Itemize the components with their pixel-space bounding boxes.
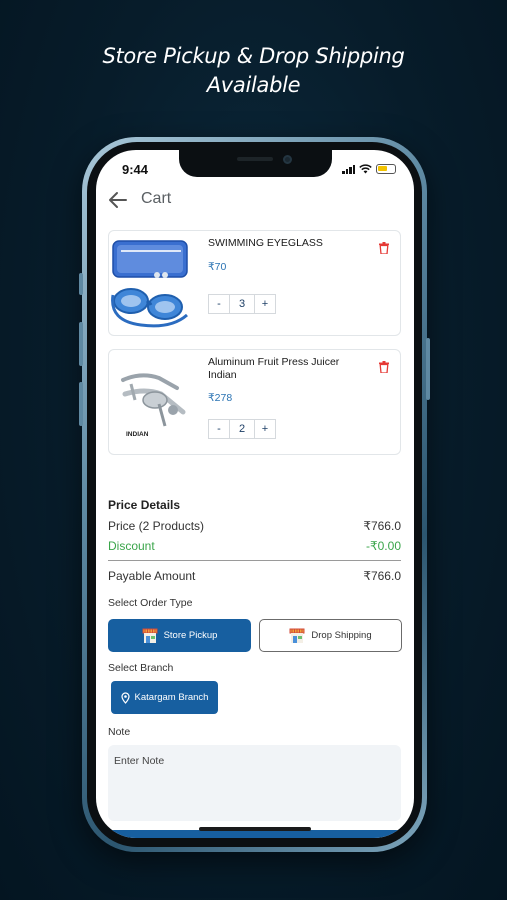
location-pin-icon (120, 691, 130, 704)
battery-icon (376, 164, 396, 174)
quantity-stepper: - 2 + (208, 419, 276, 439)
arrow-left-icon[interactable] (108, 191, 128, 209)
promo-title-line-2: Available (206, 73, 301, 97)
trash-icon[interactable] (379, 361, 389, 373)
store-pickup-button[interactable]: Store Pickup (108, 619, 251, 652)
product-name: SWIMMING EYEGLASS (208, 237, 323, 249)
discount-value: -₹0.00 (366, 539, 401, 553)
branch-button[interactable]: Katargam Branch (111, 681, 218, 714)
payable-row: Payable Amount ₹766.0 (108, 569, 401, 583)
swimming-goggles-image (111, 240, 188, 328)
discount-row: Discount -₹0.00 (108, 539, 401, 553)
discount-label: Discount (108, 539, 155, 553)
front-camera (283, 155, 292, 164)
promo-title: Store Pickup & Drop Shipping Available (0, 42, 507, 100)
price-value: ₹766.0 (363, 519, 401, 533)
phone-screen: 9:44 Cart SWIMMING EYEGLASS ₹70 - 3 + IN… (96, 150, 414, 838)
product-price: ₹278 (208, 392, 233, 404)
note-label: Note (108, 726, 131, 738)
price-details-title: Price Details (108, 498, 181, 512)
mute-switch (79, 273, 83, 295)
volume-down-button (79, 382, 83, 426)
speaker-grille (237, 157, 273, 161)
page-title: Cart (141, 190, 172, 207)
quantity-value: 2 (230, 419, 254, 439)
decrement-button[interactable]: - (208, 294, 230, 314)
drop-shipping-label: Drop Shipping (311, 630, 372, 641)
store-icon (142, 628, 158, 643)
volume-up-button (79, 322, 83, 366)
branch-name: Katargam Branch (134, 692, 209, 703)
price-label: Price (2 Products) (108, 519, 205, 533)
product-price: ₹70 (208, 261, 227, 273)
price-row: Price (2 Products) ₹766.0 (108, 519, 401, 533)
home-indicator (199, 827, 311, 831)
cart-item: INDIAN Aluminum Fruit Press Juicer India… (108, 349, 401, 455)
order-type-label: Select Order Type (108, 597, 193, 609)
product-name: Aluminum Fruit Press Juicer Indian (208, 356, 340, 381)
increment-button[interactable]: + (254, 294, 276, 314)
juicer-image-label: INDIAN (126, 431, 149, 438)
juicer-image: INDIAN (121, 373, 186, 438)
branch-label: Select Branch (108, 662, 174, 674)
promo-title-line-1: Store Pickup & Drop Shipping (102, 44, 405, 68)
cart-item: SWIMMING EYEGLASS ₹70 - 3 + (108, 230, 401, 336)
status-time: 9:44 (122, 162, 149, 177)
payable-label: Payable Amount (108, 569, 196, 583)
store-pickup-label: Store Pickup (163, 630, 218, 641)
divider (108, 560, 401, 561)
increment-button[interactable]: + (254, 419, 276, 439)
bottom-action-bar[interactable] (96, 830, 414, 838)
note-input[interactable] (108, 745, 401, 821)
top-bar: Cart (96, 186, 414, 216)
quantity-stepper: - 3 + (208, 294, 276, 314)
drop-shipping-button[interactable]: Drop Shipping (259, 619, 402, 652)
wifi-icon (359, 164, 372, 174)
payable-value: ₹766.0 (363, 569, 401, 583)
status-icons (342, 164, 396, 174)
power-button (426, 338, 430, 400)
signal-icon (342, 164, 355, 174)
store-icon (289, 628, 305, 643)
decrement-button[interactable]: - (208, 419, 230, 439)
notch (179, 150, 332, 177)
quantity-value: 3 (230, 294, 254, 314)
trash-icon[interactable] (379, 242, 389, 254)
